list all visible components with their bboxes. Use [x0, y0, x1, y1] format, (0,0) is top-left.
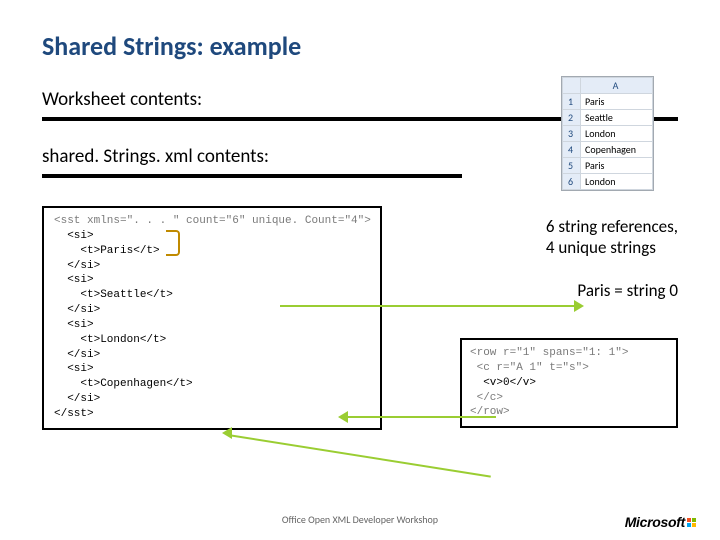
code-line: <si>: [54, 230, 94, 242]
code-line: <t>Seattle</t>: [54, 289, 173, 301]
logo-text: Microsoft: [625, 514, 685, 530]
code-line: <si>: [54, 319, 94, 331]
logo-squares-icon: [687, 518, 696, 527]
excel-cell: Paris: [581, 94, 653, 110]
code-line: </si>: [54, 304, 100, 316]
excel-cell: London: [581, 126, 653, 142]
code-line: </c>: [470, 392, 503, 404]
code-line: </sst>: [54, 408, 94, 420]
excel-row-num: 2: [563, 110, 581, 126]
code-line: <sst xmlns=". . . " count="6" unique. Co…: [54, 215, 371, 227]
excel-corner: [563, 78, 581, 94]
code-line: <t>Paris</t>: [54, 245, 160, 257]
code-line: <c r="A 1" t="s">: [470, 362, 589, 374]
note-line: 4 unique strings: [546, 237, 656, 258]
slide-title: Shared Strings: example: [42, 30, 678, 62]
note-paris-string0: Paris = string 0: [577, 280, 678, 301]
excel-preview: A 1Paris 2Seattle 3London 4Copenhagen 5P…: [561, 76, 654, 191]
divider-2: [42, 174, 462, 178]
code-line: </si>: [54, 349, 100, 361]
code-line: <row r="1" spans="1: 1">: [470, 347, 628, 359]
code-line: <t>London</t>: [54, 334, 166, 346]
excel-col-head: A: [581, 78, 653, 94]
bracket-annotation: [166, 230, 180, 256]
excel-cell: Paris: [581, 158, 653, 174]
sharedstrings-xml-code: <sst xmlns=". . . " count="6" unique. Co…: [42, 206, 382, 430]
code-line: </si>: [54, 260, 100, 272]
excel-row-num: 5: [563, 158, 581, 174]
code-line: <si>: [54, 274, 94, 286]
row-xml-code: <row r="1" spans="1: 1"> <c r="A 1" t="s…: [460, 338, 678, 428]
code-line: </si>: [54, 393, 100, 405]
excel-row-num: 1: [563, 94, 581, 110]
microsoft-logo: Microsoft: [625, 514, 696, 530]
excel-cell: Seattle: [581, 110, 653, 126]
excel-row-num: 4: [563, 142, 581, 158]
note-line: 6 string references,: [546, 216, 678, 237]
excel-cell: Copenhagen: [581, 142, 653, 158]
note-string-counts: 6 string references, 4 unique strings: [546, 216, 678, 259]
excel-row-num: 3: [563, 126, 581, 142]
excel-row-num: 6: [563, 174, 581, 190]
code-line: <t>Copenhagen</t>: [54, 378, 193, 390]
code-line: <v>0</v>: [470, 377, 536, 389]
footer-text: Office Open XML Developer Workshop: [0, 513, 720, 526]
code-line: <si>: [54, 363, 94, 375]
excel-cell: London: [581, 174, 653, 190]
code-line: </row>: [470, 406, 510, 418]
